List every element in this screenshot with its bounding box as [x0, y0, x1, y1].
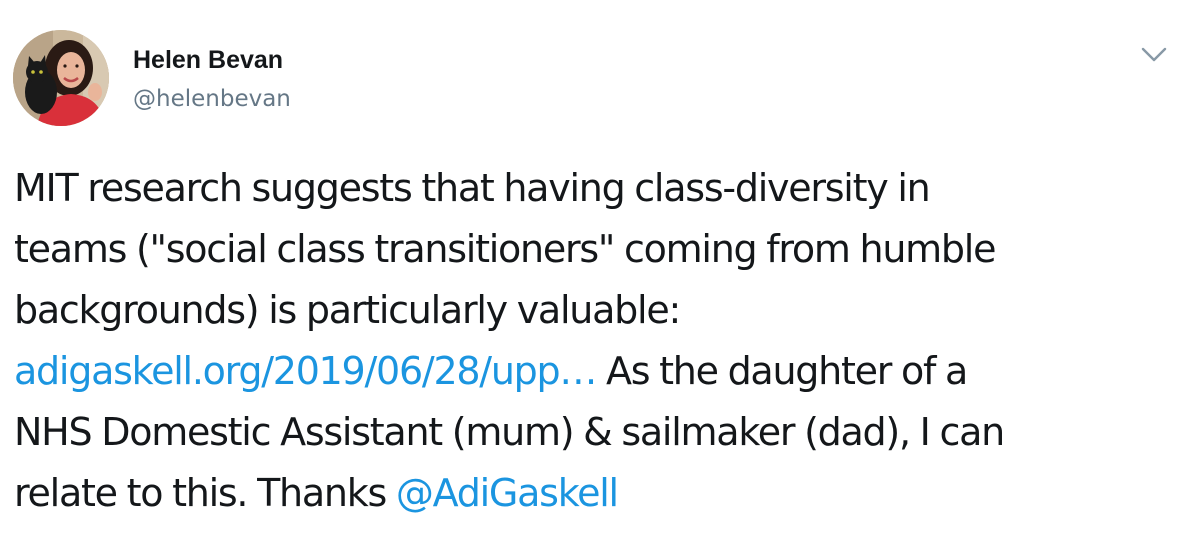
avatar[interactable]	[13, 30, 109, 126]
author-display-name[interactable]: Helen Bevan	[133, 44, 283, 76]
author-handle[interactable]: @helenbevan	[133, 84, 291, 114]
tweet-card: Helen Bevan @helenbevan MIT research sug…	[0, 0, 1185, 538]
tweet-text-line: backgrounds) is particularly valuable:	[14, 288, 681, 332]
tweet-text-segment: As the daughter of a	[596, 349, 968, 393]
mention-link[interactable]: @AdiGaskell	[396, 471, 619, 515]
tweet-text-line: relate to this. Thanks @AdiGaskell	[14, 463, 1179, 524]
avatar-photo	[13, 30, 109, 126]
chevron-down-icon[interactable]	[1138, 40, 1170, 68]
tweet-text-segment: relate to this. Thanks	[14, 471, 396, 515]
tweet-text-line: MIT research suggests that having class-…	[14, 166, 931, 210]
tweet-text-line: teams ("social class transitioners" comi…	[14, 227, 997, 271]
article-link[interactable]: adigaskell.org/2019/06/28/upp…	[14, 349, 597, 393]
tweet-text: MIT research suggests that having class-…	[14, 158, 1179, 524]
tweet-text-line: NHS Domestic Assistant (mum) & sailmaker…	[14, 410, 1005, 454]
tweet-text-line: adigaskell.org/2019/06/28/upp… As the da…	[14, 341, 1179, 402]
